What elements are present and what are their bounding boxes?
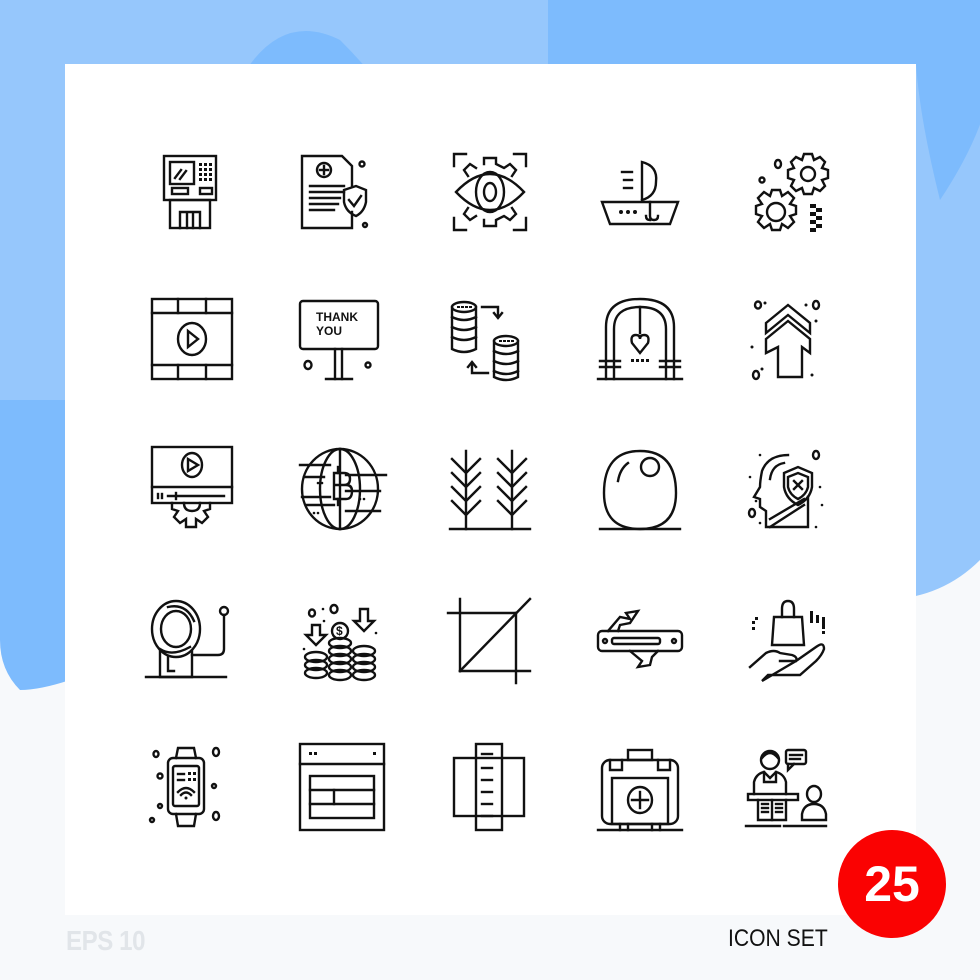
arrow-up-chevrons-icon[interactable] bbox=[740, 291, 840, 391]
insurance-document-icon[interactable] bbox=[290, 142, 390, 242]
blob-mid-left bbox=[0, 400, 70, 690]
icon-count-badge: 25 bbox=[838, 830, 946, 938]
bell-alarm-icon[interactable] bbox=[140, 591, 240, 691]
bitcoin-globe-icon[interactable] bbox=[290, 441, 390, 541]
atm-machine-icon[interactable] bbox=[140, 142, 240, 242]
database-transfer-icon[interactable] bbox=[440, 291, 540, 391]
icon-card: THANK YOU $ bbox=[65, 64, 916, 915]
mind-shield-protection-icon[interactable] bbox=[740, 441, 840, 541]
egg-icon[interactable] bbox=[590, 441, 690, 541]
crop-tool-icon[interactable] bbox=[440, 591, 540, 691]
format-label: EPS 10 bbox=[66, 925, 146, 956]
boat-ship-icon[interactable] bbox=[590, 142, 690, 242]
ruler-scale-icon[interactable] bbox=[440, 740, 540, 840]
web-layout-icon[interactable] bbox=[290, 740, 390, 840]
swiss-knife-icon[interactable] bbox=[590, 591, 690, 691]
thank-text: THANK bbox=[316, 310, 358, 324]
icon-set-label: ICON SET bbox=[728, 925, 828, 952]
teacher-presentation-icon[interactable] bbox=[740, 740, 840, 840]
dollar-coins-icon[interactable]: $ bbox=[290, 591, 390, 691]
first-aid-kit-icon[interactable] bbox=[590, 740, 690, 840]
hand-shopping-bag-icon[interactable] bbox=[740, 591, 840, 691]
video-film-icon[interactable] bbox=[140, 291, 240, 391]
thank-you-board-icon[interactable]: THANK YOU bbox=[290, 291, 390, 391]
you-text: YOU bbox=[316, 324, 342, 338]
wheat-plants-icon[interactable] bbox=[440, 441, 540, 541]
icon-grid: THANK YOU $ bbox=[65, 64, 916, 915]
wedding-arch-icon[interactable] bbox=[590, 291, 690, 391]
video-settings-icon[interactable] bbox=[140, 441, 240, 541]
dollar-symbol: $ bbox=[336, 624, 343, 638]
eye-gear-vision-icon[interactable] bbox=[440, 142, 540, 242]
smartwatch-wifi-icon[interactable] bbox=[140, 740, 240, 840]
gears-settings-icon[interactable] bbox=[740, 142, 840, 242]
